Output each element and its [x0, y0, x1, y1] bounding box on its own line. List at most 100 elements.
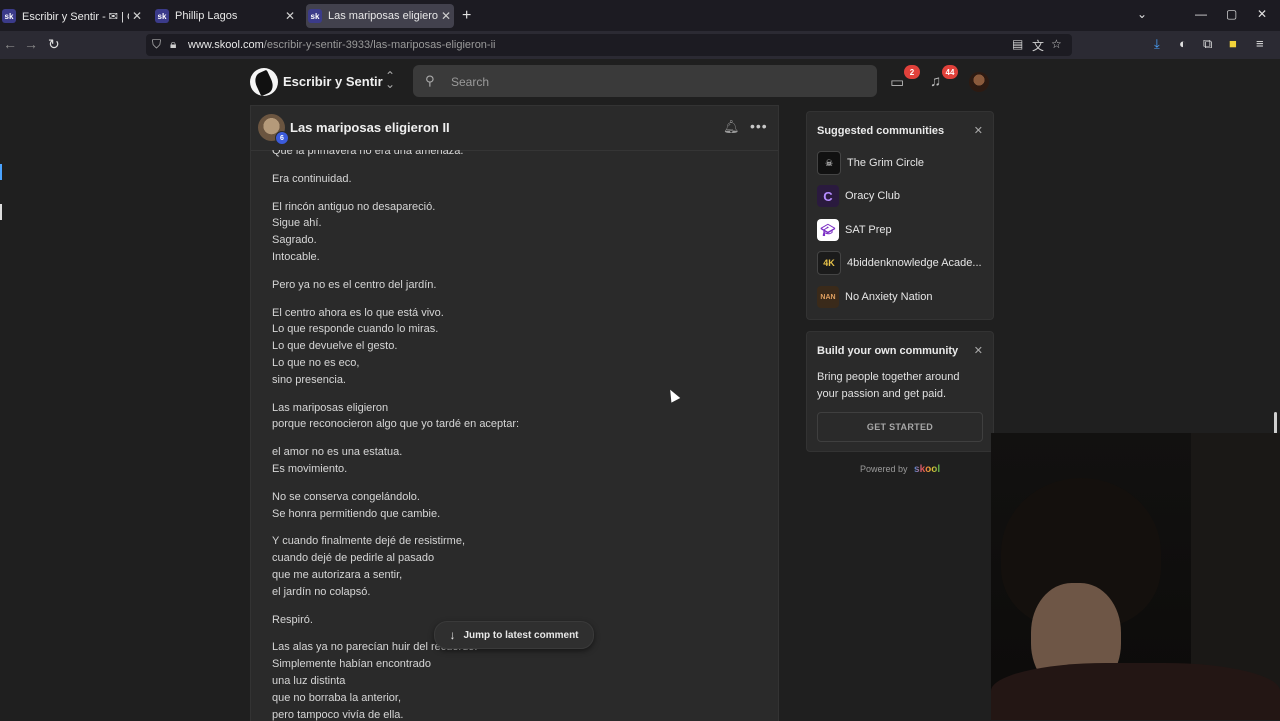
tab-title: Escribir y Sentir - ✉ | Chat generado — [22, 10, 129, 23]
poem-line: Simplemente habían encontrado — [272, 658, 431, 671]
stanza: El centro ahora es lo que está vivo. Lo q… — [272, 305, 762, 389]
poem-line: Y cuando finalmente dejé de resistirme, — [272, 535, 466, 548]
community-name[interactable]: Escribir y Sentir — [283, 74, 383, 89]
extension-icon[interactable]: ◐ — [1179, 36, 1187, 51]
build-community-widget: Build your own community ✕ Bring people … — [806, 331, 994, 452]
shield-icon[interactable]: ⛉ — [152, 37, 161, 52]
back-icon[interactable]: ← — [3, 36, 17, 52]
poem-line: Era continuidad. — [272, 172, 352, 185]
community-switcher-icon[interactable]: ⌃ ⌄ — [385, 70, 395, 90]
poem-line: Lo que no es eco, — [272, 356, 360, 369]
community-item[interactable]: NAN No Anxiety Nation — [817, 286, 932, 308]
browser-tab-1[interactable]: sk Escribir y Sentir - ✉ | Chat generado… — [0, 4, 145, 28]
chat-icon[interactable]: ▭ — [890, 73, 904, 91]
browser-tabbar: sk Escribir y Sentir - ✉ | Chat generado… — [0, 0, 1280, 31]
stanza: No se conserva congelándolo. Se honra per… — [272, 489, 762, 523]
stanza: El rincón antiguo no desapareció. Sigue a… — [272, 199, 762, 266]
community-item-label: 4biddenknowledge Acade... — [847, 257, 982, 269]
more-options-icon[interactable]: ••• — [750, 118, 768, 134]
get-started-button[interactable]: GET STARTED — [817, 412, 983, 442]
grim-circle-logo-icon: ☠ — [817, 151, 841, 175]
edge-indicator — [0, 164, 2, 180]
no-anxiety-nation-logo-icon: NAN — [817, 286, 839, 308]
post-title: Las mariposas eligieron II — [290, 120, 450, 135]
close-icon[interactable]: ✕ — [974, 124, 983, 137]
extension-r-icon[interactable]: ■ — [1229, 36, 1237, 51]
follow-bell-icon[interactable]: 🔔︎ — [723, 119, 740, 135]
reload-icon[interactable]: ↻ — [48, 36, 60, 53]
skool-favicon-icon: sk — [308, 9, 322, 23]
poem-line: el amor no es una estatua. — [272, 446, 403, 459]
widget-title: Suggested communities — [817, 125, 945, 137]
suggested-communities-widget: Suggested communities ✕ ☠ The Grim Circl… — [806, 111, 994, 320]
stanza: Que la primavera no era una amenaza. — [272, 150, 762, 160]
poem-line: El rincón antiguo no desapareció. — [272, 200, 436, 213]
poem-line: una luz distinta — [272, 674, 346, 687]
community-item[interactable]: C Oracy Club — [817, 185, 900, 207]
downloads-icon[interactable]: ⤓ — [1154, 36, 1160, 52]
poem-line: sino presencia. — [272, 373, 346, 386]
translate-icon[interactable]: 文 — [1032, 37, 1044, 54]
community-item[interactable]: 4K 4biddenknowledge Acade... — [817, 251, 982, 275]
poem-line: No se conserva congelándolo. — [272, 490, 420, 503]
new-tab-icon[interactable]: + — [462, 7, 471, 25]
poem-line: Se honra permitiendo que cambie. — [272, 507, 441, 520]
community-item-label: No Anxiety Nation — [845, 291, 933, 303]
extensions-puzzle-icon[interactable]: ⧉ — [1203, 36, 1212, 52]
community-item[interactable]: 🎓︎ SAT Prep — [817, 219, 892, 241]
skool-favicon-icon: sk — [155, 9, 169, 23]
graduation-cap-icon: 🎓︎ — [817, 219, 839, 241]
close-window-icon[interactable]: ✕ — [1257, 7, 1267, 21]
oracy-club-logo-icon: C — [817, 185, 839, 207]
reader-view-icon[interactable]: ▤ — [1012, 37, 1023, 51]
url-domain: www.skool.com — [188, 39, 264, 51]
poem-line: El centro ahora es lo que está vivo. — [272, 306, 444, 319]
stanza: el amor no es una estatua. Es movimiento. — [272, 444, 762, 478]
search-input[interactable] — [449, 72, 853, 92]
4biddenknowledge-logo-icon: 4K — [817, 251, 841, 275]
poem-line: Las mariposas eligieron — [272, 401, 389, 414]
stanza: Las mariposas eligieron porque reconocier… — [272, 400, 762, 434]
stanza: Las alas ya no parecían huir del recuerd… — [272, 639, 762, 721]
community-item[interactable]: ☠ The Grim Circle — [817, 151, 924, 175]
close-tab-icon[interactable]: ✕ — [282, 9, 298, 23]
notification-badge: 44 — [942, 65, 958, 79]
jump-to-latest-comment-button[interactable]: ↓ Jump to latest comment — [434, 621, 594, 649]
tab-title: Phillip Lagos — [175, 10, 238, 22]
bookmark-star-icon[interactable]: ☆ — [1051, 37, 1062, 51]
tab-title: Las mariposas eligieron II - Escribir — [328, 10, 438, 22]
address-bar[interactable]: ⛉ 🔒︎ www.skool.com/escribir-y-sentir-393… — [146, 34, 1072, 56]
close-icon[interactable]: ✕ — [974, 344, 983, 357]
lock-icon[interactable]: 🔒︎ — [170, 37, 176, 52]
minimize-icon[interactable]: — — [1195, 7, 1207, 21]
scrollbar-thumb[interactable] — [1274, 412, 1277, 434]
poem-line: Lo que responde cuando lo miras. — [272, 323, 439, 336]
community-item-label: SAT Prep — [845, 224, 892, 236]
user-avatar[interactable] — [969, 72, 989, 92]
forward-icon[interactable]: → — [24, 36, 38, 52]
powered-by[interactable]: Powered by skool — [860, 464, 940, 475]
build-description: Bring people together around your passio… — [817, 371, 960, 400]
poem-line: Que la primavera no era una amenaza. — [272, 150, 464, 157]
post-header: 6 Las mariposas eligieron II 🔔︎ ••• — [251, 106, 778, 151]
poem-line: Pero ya no es el centro del jardín. — [272, 278, 437, 291]
close-tab-icon[interactable]: ✕ — [438, 9, 454, 23]
poem-line: Es movimiento. — [272, 462, 348, 475]
author-level-badge: 6 — [275, 131, 289, 145]
browser-tab-3-active[interactable]: sk Las mariposas eligieron II - Escribir… — [306, 4, 454, 28]
tab-list-icon[interactable]: ⌄ — [1137, 7, 1147, 21]
powered-by-label: Powered by — [860, 464, 908, 474]
poem-line: pero tampoco vivía de ella. — [272, 708, 404, 721]
community-logo[interactable] — [250, 68, 278, 96]
poem-line: Intocable. — [272, 250, 320, 263]
search-icon: ⚲ — [425, 73, 435, 88]
browser-tab-2[interactable]: sk Phillip Lagos ✕ — [153, 4, 298, 28]
url-path: /escribir-y-sentir-3933/las-mariposas-el… — [263, 39, 496, 51]
menu-icon[interactable]: ≡ — [1256, 36, 1264, 51]
site-header: Escribir y Sentir ⌃⌄ ⚲ ▭ 2 ♫ 44 — [0, 59, 1280, 105]
close-tab-icon[interactable]: ✕ — [129, 9, 145, 23]
notification-bell-icon[interactable]: ♫ — [930, 73, 941, 90]
maximize-icon[interactable]: ▢ — [1226, 7, 1237, 21]
jump-label: Jump to latest comment — [463, 629, 579, 641]
search-bar[interactable]: ⚲ — [413, 65, 877, 97]
